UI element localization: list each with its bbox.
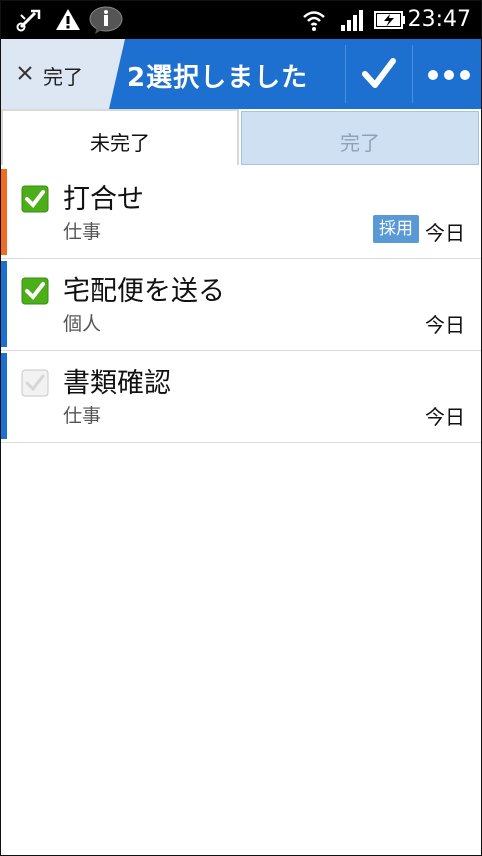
task-due: 今日 <box>425 405 465 429</box>
divider <box>345 45 346 103</box>
usb-debug-icon <box>15 7 43 37</box>
app-screen: 23:47 完了 2選択しました 未完了 完了 打合せ 仕事 採用 今日 宅配便… <box>0 0 482 856</box>
task-list: 打合せ 仕事 採用 今日 宅配便を送る 個人 今日 書類確認 仕事 今日 <box>1 167 481 443</box>
tab-complete[interactable]: 完了 <box>241 111 479 165</box>
wifi-icon <box>301 7 327 37</box>
confirm-button[interactable] <box>347 39 411 109</box>
task-row[interactable]: 打合せ 仕事 採用 今日 <box>1 167 481 259</box>
task-due: 今日 <box>425 313 465 337</box>
more-dots-icon <box>427 67 471 86</box>
task-row[interactable]: 宅配便を送る 個人 今日 <box>1 259 481 351</box>
battery-charging-icon <box>373 7 407 37</box>
status-bar: 23:47 <box>1 1 481 39</box>
task-title: 宅配便を送る <box>63 276 225 307</box>
close-icon <box>15 61 37 83</box>
tab-label: 完了 <box>340 131 380 155</box>
task-category: 仕事 <box>63 405 102 427</box>
check-icon <box>361 57 397 95</box>
tab-label: 未完了 <box>90 131 150 155</box>
tab-incomplete[interactable]: 未完了 <box>1 109 239 165</box>
action-bar: 完了 2選択しました <box>1 39 481 109</box>
tab-bar: 未完了 完了 <box>1 109 481 167</box>
checkbox-unchecked[interactable] <box>21 369 49 397</box>
task-category: 仕事 <box>63 221 102 243</box>
selection-title: 2選択しました <box>127 63 309 93</box>
task-title: 書類確認 <box>63 368 171 399</box>
warning-icon <box>55 7 81 37</box>
task-badge: 採用 <box>373 215 419 243</box>
done-button[interactable]: 完了 <box>1 39 125 109</box>
task-row[interactable]: 書類確認 仕事 今日 <box>1 351 481 443</box>
priority-bar <box>1 169 7 255</box>
priority-bar <box>1 261 7 347</box>
task-title: 打合せ <box>63 184 144 215</box>
checkbox-checked[interactable] <box>21 277 49 305</box>
task-due: 今日 <box>425 221 465 245</box>
priority-bar <box>1 353 7 439</box>
signal-icon <box>339 7 365 37</box>
checkbox-checked[interactable] <box>21 185 49 213</box>
more-options-button[interactable] <box>413 39 481 109</box>
task-category: 個人 <box>63 313 102 335</box>
info-icon <box>89 5 123 39</box>
done-label: 完了 <box>43 65 83 89</box>
status-time: 23:47 <box>407 7 471 32</box>
